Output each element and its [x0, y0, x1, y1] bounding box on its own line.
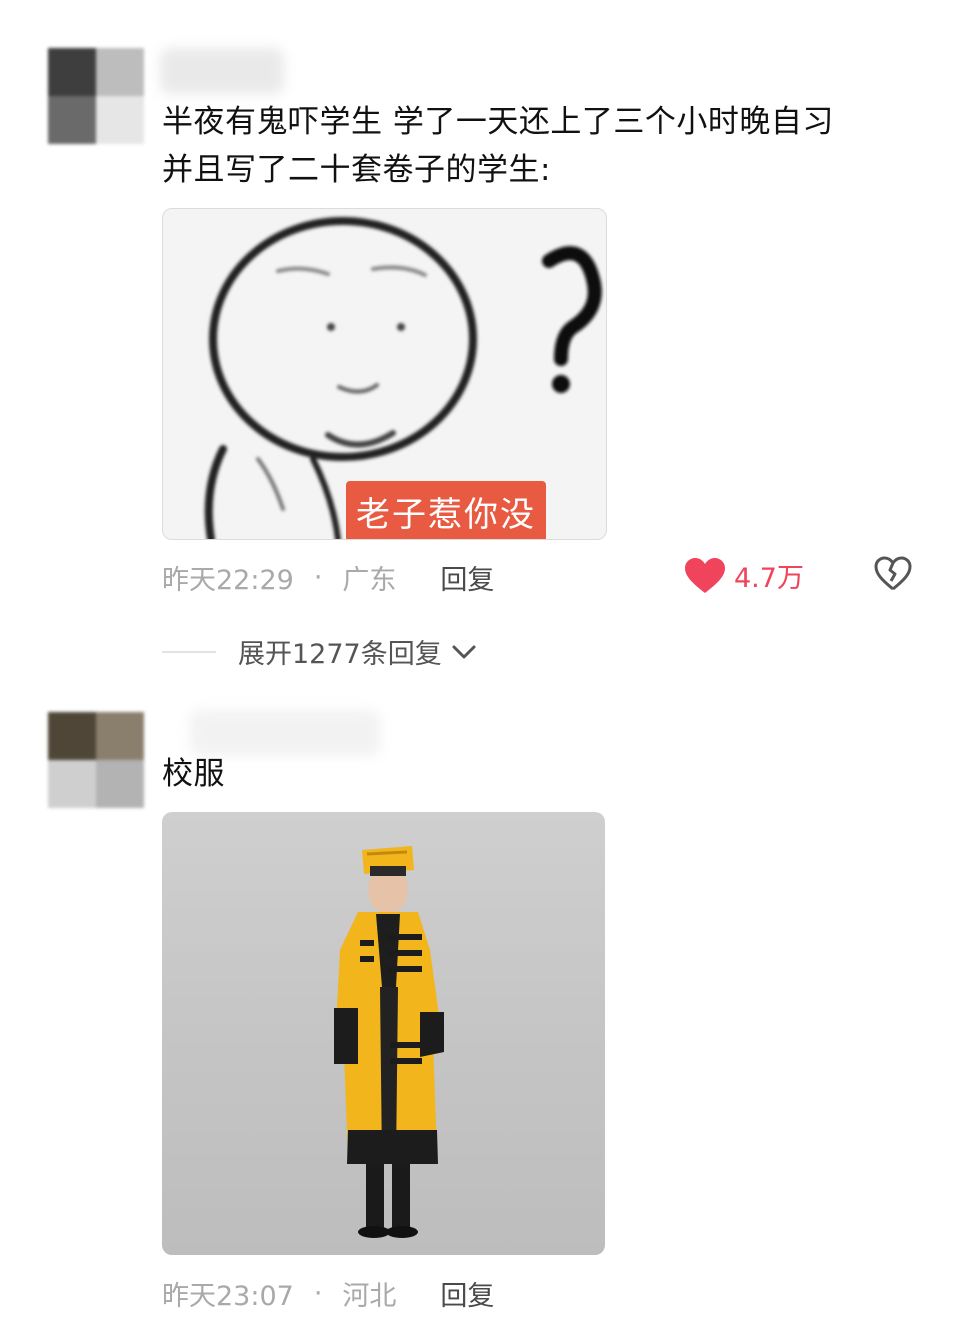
comment-time: 昨天23:07 [162, 1281, 294, 1312]
dislike-button[interactable] [874, 556, 912, 596]
chevron-down-icon [452, 645, 476, 658]
avatar[interactable] [48, 712, 144, 808]
heart-filled-icon [685, 557, 725, 593]
comment-meta: 昨天23:07 · 河北 回复 [162, 1274, 494, 1313]
like-button[interactable]: 4.7万 [684, 556, 804, 595]
robe-figure-illustration [334, 846, 444, 1238]
reply-button[interactable]: 回复 [440, 558, 494, 597]
comment-text-line-2: 并且写了二十套卷子的学生: [162, 152, 551, 188]
broken-heart-icon [874, 556, 912, 591]
meta-separator: · [313, 1278, 323, 1309]
expand-replies[interactable]: 展开1277条回复 [162, 632, 478, 671]
comment-text-line-1: 半夜有鬼吓学生 学了一天还上了三个小时晚自习 [162, 104, 834, 140]
reply-button[interactable]: 回复 [440, 1274, 494, 1313]
comment-time: 昨天22:29 [162, 565, 294, 596]
avatar[interactable] [48, 48, 144, 144]
school-uniform-photo[interactable] [162, 812, 605, 1255]
meme-caption: 老子惹你没 [346, 481, 546, 539]
meta-separator: · [313, 562, 323, 593]
expand-replies-label: 展开1277条回复 [238, 639, 442, 670]
comment-location: 河北 [342, 1281, 397, 1312]
comment-text: 校服 [162, 756, 225, 792]
meme-image[interactable]: 老子惹你没 [162, 208, 607, 540]
username[interactable] [160, 48, 284, 94]
comment-location: 广东 [342, 565, 397, 596]
divider-line [162, 650, 216, 653]
comment-text: 半夜有鬼吓学生 学了一天还上了三个小时晚自习 并且写了二十套卷子的学生: [162, 98, 834, 194]
comment-meta: 昨天22:29 · 广东 回复 [162, 558, 494, 597]
like-count: 4.7万 [734, 563, 804, 594]
